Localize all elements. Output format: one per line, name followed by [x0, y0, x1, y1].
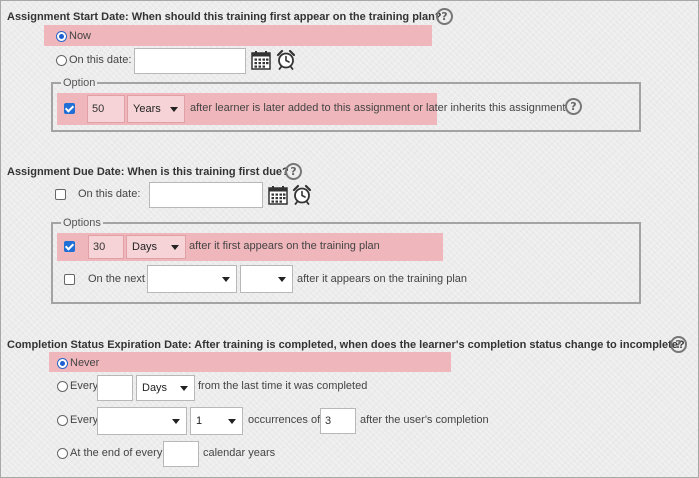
chevron-down-icon [171, 245, 179, 250]
completion-never-radio[interactable] [57, 358, 68, 369]
completion-end-of-every-radio[interactable] [57, 448, 68, 459]
chevron-down-icon [222, 277, 230, 282]
due-option2-unit-select[interactable] [240, 265, 293, 293]
occurrences-value-input[interactable]: 3 [320, 408, 356, 434]
start-on-date-radio[interactable] [56, 55, 67, 66]
alarm-clock-icon[interactable] [292, 184, 312, 205]
due-on-date-checkbox[interactable] [55, 189, 66, 200]
due-date-input[interactable] [149, 182, 263, 208]
chevron-down-icon [180, 386, 188, 391]
due-option2-label: On the next [88, 273, 145, 285]
completion-never-label: Never [70, 357, 100, 369]
completion-every2-count-value: 1 [196, 415, 203, 427]
never-highlight [49, 352, 451, 372]
start-option-text: after learner is later added to this ass… [190, 102, 566, 114]
question-circle-icon[interactable]: ? [565, 98, 582, 115]
start-date-input[interactable] [134, 48, 246, 74]
chevron-down-icon [172, 419, 180, 424]
calendar-icon[interactable] [268, 186, 288, 205]
completion-every-unit-value: Days [142, 382, 168, 394]
completion-every-label: Every [70, 380, 99, 392]
due-option2-checkbox[interactable] [64, 274, 75, 285]
question-circle-icon[interactable]: ? [285, 163, 302, 180]
due-option1-unit-select[interactable]: Days [126, 235, 186, 259]
question-circle-icon[interactable]: ? [436, 8, 453, 25]
completion-every2-count-select[interactable]: 1 [190, 407, 243, 435]
start-option-checkbox[interactable] [64, 103, 75, 114]
calendar-icon[interactable] [251, 51, 271, 70]
completion-heading: Completion Status Expiration Date: After… [7, 339, 685, 351]
chevron-down-icon [278, 277, 286, 282]
due-option1-text: after it first appears on the training p… [189, 240, 380, 252]
start-option-legend: Option [61, 77, 98, 89]
completion-every2-radio[interactable] [57, 415, 68, 426]
completion-every-unit-select[interactable]: Days [136, 375, 195, 401]
completion-every-text: from the last time it was completed [198, 380, 368, 392]
due-option2-period-select[interactable] [147, 265, 237, 293]
now-highlight [44, 25, 432, 46]
due-option2-text: after it appears on the training plan [297, 273, 468, 285]
due-date-heading: Assignment Due Date: When is this traini… [7, 166, 289, 178]
start-option-value-input[interactable]: 50 [87, 95, 125, 123]
start-now-label: Now [69, 30, 92, 42]
chevron-down-icon [170, 107, 178, 112]
start-option-unit-select[interactable]: Years [127, 95, 185, 123]
start-on-date-label: On this date: [69, 54, 132, 66]
due-option1-value-input[interactable]: 30 [88, 235, 124, 259]
start-option-unit-value: Years [133, 103, 161, 115]
after-completion-text: after the user's completion [360, 414, 489, 426]
end-of-every-label: At the end of every [70, 447, 163, 459]
occurrences-label: occurrences of [248, 414, 321, 426]
calendar-years-label: calendar years [203, 447, 276, 459]
chevron-down-icon [228, 419, 236, 424]
due-on-date-label: On this date: [78, 188, 141, 200]
due-option1-unit-value: Days [132, 241, 158, 253]
due-options-legend: Options [61, 217, 103, 229]
alarm-clock-icon[interactable] [276, 49, 296, 70]
completion-every2-period-select[interactable] [97, 407, 187, 435]
completion-every-value-input[interactable] [97, 375, 133, 401]
due-option1-checkbox[interactable] [64, 241, 75, 252]
completion-every-radio[interactable] [57, 381, 68, 392]
start-now-radio[interactable] [56, 31, 67, 42]
end-of-every-value-input[interactable] [163, 441, 199, 467]
question-circle-icon[interactable]: ? [670, 336, 687, 353]
start-date-heading: Assignment Start Date: When should this … [7, 11, 442, 23]
completion-every2-label: Every [70, 414, 99, 426]
